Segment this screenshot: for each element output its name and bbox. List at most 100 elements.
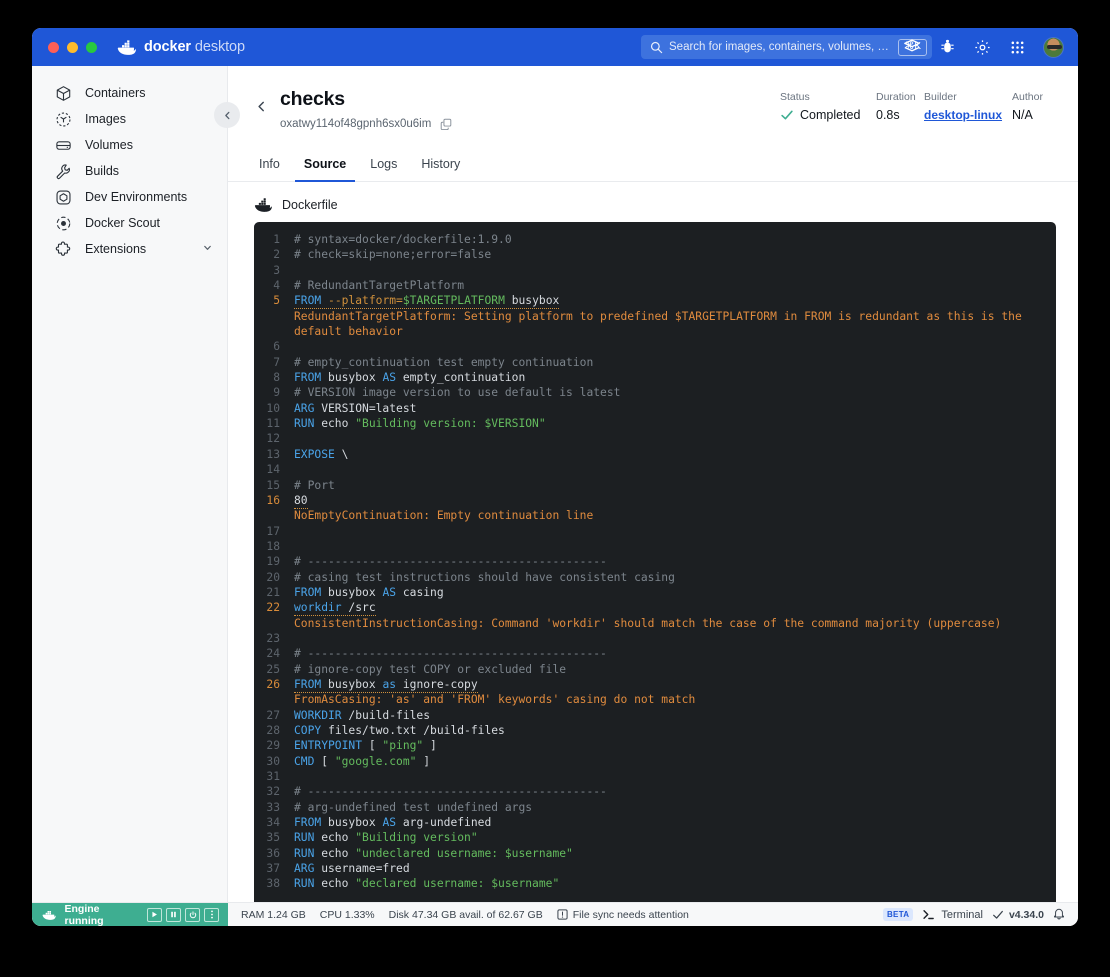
line-source: 80 [294,493,1056,509]
code-token: ] [416,754,431,768]
file-name: Dockerfile [282,198,338,212]
code-token: /src [341,601,376,615]
line-source: ENTRYPOINT [ "ping" ] [294,738,1056,753]
terminal-button[interactable]: Terminal [922,908,983,921]
tab-info[interactable]: Info [250,151,289,182]
code-line: 32 # ------------------------------------… [254,784,1056,799]
code-line: 7 # empty_continuation test empty continu… [254,355,1056,370]
page-title: checks [280,88,345,110]
line-source: workdir /src [294,600,1056,617]
ram-usage: RAM 1.24 GB [241,908,306,921]
code-line: 37 ARG username=fred [254,861,1056,876]
sidebar-item-label: Builds [85,164,120,178]
collapse-sidebar-button[interactable] [214,102,240,128]
sidebar-item-label: Extensions [85,242,147,256]
sidebar-item-label: Volumes [85,138,133,152]
line-number: 25 [266,662,280,676]
power-icon [189,910,196,918]
code-token: # syntax=docker/dockerfile:1.9.0 [294,233,512,246]
line-number: 18 [266,539,280,553]
engine-status[interactable]: Engine running [32,902,228,927]
tab-source[interactable]: Source [294,151,356,182]
chevron-left-icon [257,101,264,111]
title-block: checks oxatwy114of48gpnh6sx0u6im [280,88,780,130]
play-icon [152,911,157,918]
tab-logs[interactable]: Logs [361,151,406,182]
avatar[interactable] [1043,36,1064,58]
line-number: 30 [266,754,280,768]
global-search[interactable]: Search for images, containers, volumes, … [641,35,932,59]
chevron-down-icon[interactable] [202,240,213,258]
code-token: EXPOSE [294,447,335,461]
code-token: # check=skip=none;error=false [294,248,492,262]
sidebar-item-label: Dev Environments [85,190,188,204]
code-token: echo [314,846,356,860]
sidebar-item-volumes[interactable]: Volumes [32,132,227,158]
minimize-window-button[interactable] [67,41,78,53]
terminal-icon [923,910,935,920]
version-indicator[interactable]: v4.34.0 [992,909,1044,921]
more-options-button[interactable] [204,907,219,922]
beta-badge: BETA [882,908,914,921]
close-window-button[interactable] [48,41,59,53]
line-number: 11 [266,417,280,431]
bell-icon [1054,908,1064,919]
sidebar-item-docker-scout[interactable]: Docker Scout [32,210,227,236]
code-content: 1 # syntax=docker/dockerfile:1.9.0 2 # chec… [254,232,1056,892]
restart-button[interactable] [185,907,200,922]
play-button[interactable] [147,907,162,922]
notifications-bell-icon[interactable] [1053,907,1065,923]
meta-author: Author N/A [1012,91,1056,122]
line-source: # Port [294,478,1056,493]
bug-icon[interactable] [938,38,956,56]
code-token: busybox [321,677,383,691]
sidebar-item-extensions[interactable]: Extensions [32,236,227,262]
code-token: RUN [294,831,315,845]
grid-menu-icon[interactable] [1008,38,1026,56]
sidebar-item-builds[interactable]: Builds [32,158,227,184]
code-token: [ [362,739,383,753]
builder-link[interactable]: desktop-linux [924,108,1002,122]
line-number: 2 [273,248,280,262]
line-source: FROM busybox AS arg-undefined [294,815,1056,830]
line-number: 5 [273,294,280,308]
tab-history[interactable]: History [412,151,469,182]
docker-whale-icon [254,198,272,212]
file-sync-status[interactable]: File sync needs attention [557,909,689,921]
code-line: 2 # check=skip=none;error=false [254,247,1056,262]
code-token: ARG [294,862,315,876]
code-line: 18 [254,539,1056,554]
pause-button[interactable] [166,907,181,922]
code-token: echo [314,877,356,891]
engine-status-label: Engine running [64,902,104,927]
extensions-marketplace-icon[interactable] [903,38,921,56]
sidebar-item-containers[interactable]: Containers [32,80,227,106]
back-button[interactable] [250,95,272,117]
code-line: 10 ARG VERSION=latest [254,401,1056,416]
code-token: username=fred [314,862,410,876]
maximize-window-button[interactable] [86,41,97,53]
docker-desktop-window: docker desktop Search for images, contai… [32,28,1078,926]
lint-underline: FROM busybox as ignore-copy [294,677,478,693]
sidebar-item-images[interactable]: Images [32,106,227,132]
line-source: ARG VERSION=latest [294,401,1056,416]
code-line: 4 # RedundantTargetPlatform [254,278,1056,293]
line-source: FROM busybox as ignore-copy [294,677,1056,693]
line-number: 27 [266,708,280,722]
gear-icon[interactable] [973,38,991,56]
code-line: 14 [254,462,1056,477]
meta-status: Status Completed [780,91,876,122]
line-source [294,339,1056,354]
code-token: # casing test instructions should have c… [294,570,675,584]
code-token: VERSION=latest [314,401,417,415]
code-line: 16 80 [254,493,1056,509]
line-number: 33 [266,800,280,814]
sidebar-item-dev-environments[interactable]: Dev Environments [32,184,227,210]
dev-environments-icon [54,188,72,206]
copy-icon[interactable] [440,118,452,130]
warning-text: RedundantTargetPlatform: Setting platfor… [294,309,1029,339]
code-line: 12 [254,431,1056,446]
author-value: N/A [1012,108,1033,122]
source-code-viewer[interactable]: 1 # syntax=docker/dockerfile:1.9.0 2 # chec… [254,222,1056,902]
